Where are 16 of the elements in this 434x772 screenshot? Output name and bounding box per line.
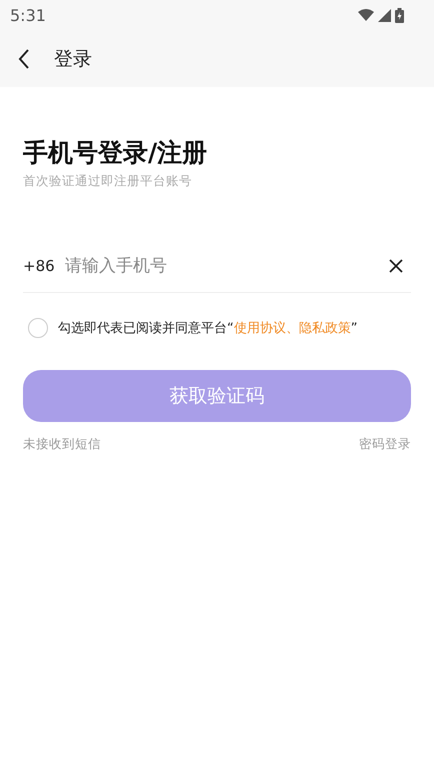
battery-icon <box>395 8 404 22</box>
page-title: 登录 <box>54 46 92 72</box>
agreement-checkbox[interactable] <box>28 318 48 338</box>
terms-link[interactable]: 使用协议 <box>234 321 286 336</box>
clear-button[interactable] <box>387 257 405 275</box>
signal-icon <box>378 8 391 22</box>
country-code[interactable]: +86 <box>23 257 65 275</box>
wifi-icon <box>358 9 374 21</box>
agreement-text: 勾选即代表已阅读并同意平台“使用协议、隐私政策” <box>58 320 358 337</box>
phone-input-field[interactable]: 请输入手机号 <box>65 256 387 276</box>
heading: 手机号登录/注册 <box>23 137 208 169</box>
password-login-link[interactable]: 密码登录 <box>359 436 411 453</box>
privacy-link[interactable]: 隐私政策 <box>298 321 351 336</box>
no-sms-link[interactable]: 未接收到短信 <box>23 436 101 453</box>
subheading: 首次验证通过即注册平台账号 <box>23 173 193 190</box>
status-time: 5:31 <box>10 6 46 24</box>
